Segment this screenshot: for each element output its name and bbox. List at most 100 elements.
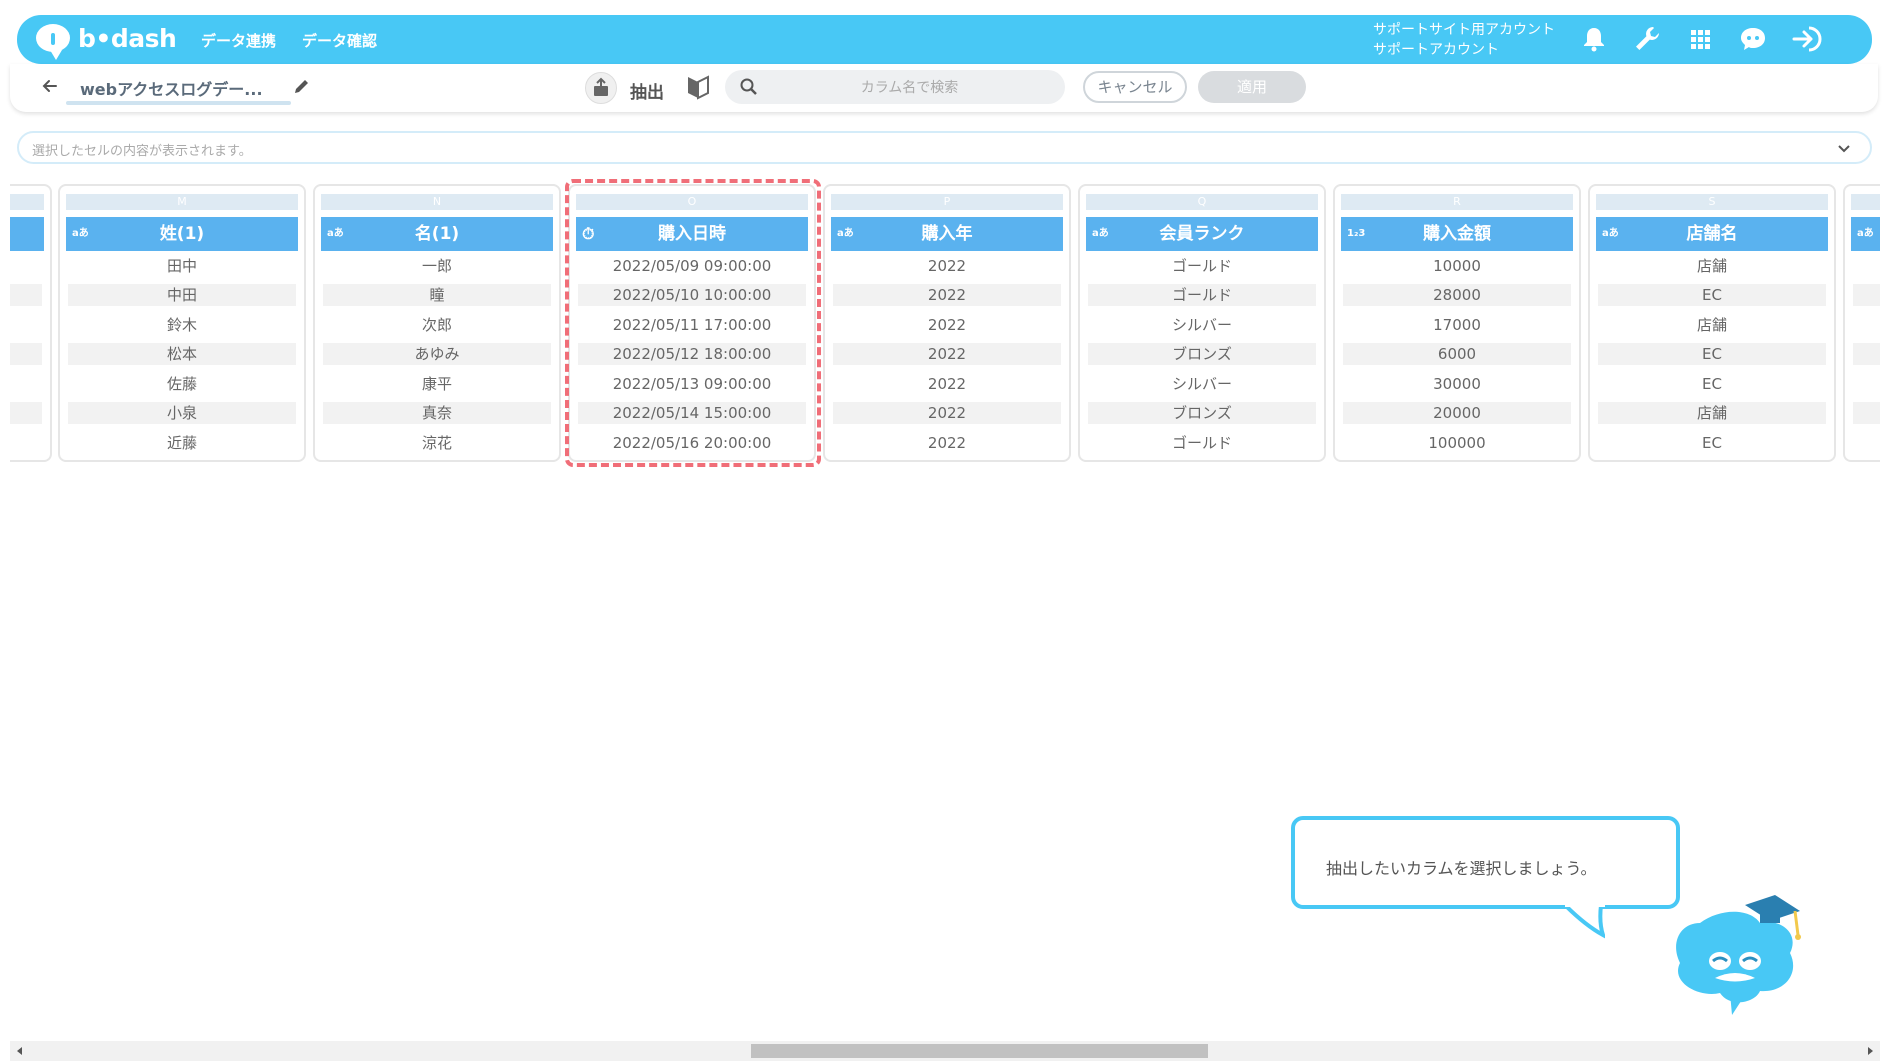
column-header[interactable]: aあ 店舗名 xyxy=(1596,217,1828,251)
column-S[interactable]: S aあ 店舗名 店舗 EC 店舗 EC EC 店舗 EC xyxy=(1588,184,1836,462)
text-type-icon: aあ xyxy=(72,228,89,239)
mascot-icon xyxy=(1676,895,1801,1015)
table-cell[interactable]: ゴールド xyxy=(1088,432,1316,454)
logout-icon[interactable] xyxy=(1790,23,1822,55)
table-cell[interactable]: ゴールド xyxy=(1088,284,1316,306)
column-Q[interactable]: Q aあ 会員ランク ゴールド ゴールド シルバー ブロンズ シルバー ブロンズ … xyxy=(1078,184,1326,462)
bdash-logo[interactable]: b•dash xyxy=(36,20,177,60)
column-header[interactable]: aあ 購入年 xyxy=(831,217,1063,251)
table-cell[interactable]: 店舗 xyxy=(1598,255,1826,277)
nav-data-integration[interactable]: データ連携 xyxy=(201,30,276,51)
scroll-left-arrow-icon[interactable] xyxy=(14,1045,26,1057)
beginner-mark-icon[interactable] xyxy=(686,74,710,100)
table-cell[interactable]: 2022 xyxy=(833,432,1061,454)
table-cell[interactable]: 店舗 xyxy=(1598,314,1826,336)
table-cell[interactable]: ブロンズ xyxy=(1088,343,1316,365)
table-cell[interactable]: 2022 xyxy=(833,373,1061,395)
search-icon xyxy=(740,78,757,95)
column-search-box[interactable] xyxy=(725,70,1065,104)
table-cell[interactable]: 2022 xyxy=(833,343,1061,365)
table-cell[interactable]: 2022 xyxy=(833,402,1061,424)
column-partial-left[interactable] xyxy=(10,184,52,462)
cancel-button[interactable]: キャンセル xyxy=(1083,71,1187,103)
dataset-name-underline xyxy=(66,101,291,105)
account-info[interactable]: サポートサイト用アカウント サポートアカウント xyxy=(1373,20,1555,60)
table-cell[interactable]: 鈴木 xyxy=(68,314,296,336)
table-cell[interactable]: 一郎 xyxy=(323,255,551,277)
column-partial-right[interactable]: aあ xyxy=(1843,184,1880,462)
wrench-icon[interactable] xyxy=(1631,23,1663,55)
column-N[interactable]: N aあ 名(1) 一郎 瞳 次郎 あゆみ 康平 真奈 涼花 xyxy=(313,184,561,462)
column-header[interactable]: aあ 会員ランク xyxy=(1086,217,1318,251)
extract-mode-icon xyxy=(585,72,617,104)
table-cell[interactable]: 近藤 xyxy=(68,432,296,454)
column-header[interactable]: aあ 姓(1) xyxy=(66,217,298,251)
table-cell[interactable]: 10000 xyxy=(1343,255,1571,277)
bell-icon[interactable] xyxy=(1578,23,1610,55)
table-cell[interactable]: 17000 xyxy=(1343,314,1571,336)
column-letter: R xyxy=(1341,194,1573,210)
table-cell[interactable]: 2022 xyxy=(833,314,1061,336)
table-cell[interactable]: 店舗 xyxy=(1598,402,1826,424)
account-site-label: サポートサイト用アカウント xyxy=(1373,22,1555,38)
apply-button[interactable]: 適用 xyxy=(1198,71,1306,103)
table-cell[interactable]: 真奈 xyxy=(323,402,551,424)
column-P[interactable]: P aあ 購入年 2022 2022 2022 2022 2022 2022 20… xyxy=(823,184,1071,462)
table-cell[interactable]: 小泉 xyxy=(68,402,296,424)
table-cell[interactable]: EC xyxy=(1598,373,1826,395)
column-R[interactable]: R 1₂3 購入金額 10000 28000 17000 6000 30000 2… xyxy=(1333,184,1581,462)
logo-bubble-icon xyxy=(36,24,70,60)
account-name: サポートアカウント xyxy=(1373,42,1499,58)
column-name: 店舗名 xyxy=(1686,224,1738,244)
table-cell[interactable]: 20000 xyxy=(1343,402,1571,424)
column-name: 会員ランク xyxy=(1159,224,1245,244)
table-cell[interactable]: ゴールド xyxy=(1088,255,1316,277)
column-name: 名(1) xyxy=(414,224,460,244)
column-header[interactable]: aあ 名(1) xyxy=(321,217,553,251)
chevron-down-icon[interactable] xyxy=(1836,140,1852,156)
column-M[interactable]: M aあ 姓(1) 田中 中田 鈴木 松本 佐藤 小泉 近藤 xyxy=(58,184,306,462)
table-cell[interactable]: シルバー xyxy=(1088,314,1316,336)
nav-data-check[interactable]: データ確認 xyxy=(302,30,377,51)
table-cell[interactable]: 30000 xyxy=(1343,373,1571,395)
chat-face-icon[interactable] xyxy=(1737,23,1769,55)
table-cell[interactable]: EC xyxy=(1598,284,1826,306)
top-navigation-bar: b•dash データ連携 データ確認 サポートサイト用アカウント サポートアカウ… xyxy=(17,15,1872,64)
text-type-icon: aあ xyxy=(327,228,344,239)
table-cell[interactable]: 瞳 xyxy=(323,284,551,306)
text-type-icon: aあ xyxy=(837,228,854,239)
scroll-right-arrow-icon[interactable] xyxy=(1864,1045,1876,1057)
table-cell[interactable]: 田中 xyxy=(68,255,296,277)
column-name: 姓(1) xyxy=(159,224,205,244)
table-cell[interactable]: 松本 xyxy=(68,343,296,365)
column-search-input[interactable] xyxy=(765,74,1054,102)
dataset-name[interactable]: webアクセスログデー... xyxy=(80,76,263,100)
table-cell[interactable]: 2022 xyxy=(833,284,1061,306)
table-cell[interactable]: EC xyxy=(1598,343,1826,365)
table-cell[interactable]: 6000 xyxy=(1343,343,1571,365)
back-arrow-icon[interactable] xyxy=(40,76,60,96)
text-type-icon: aあ xyxy=(1602,228,1619,239)
table-cell[interactable]: 涼花 xyxy=(323,432,551,454)
table-cell[interactable]: あゆみ xyxy=(323,343,551,365)
table-cell[interactable]: 100000 xyxy=(1343,432,1571,454)
cell-content-bar[interactable]: 選択したセルの内容が表示されます。 xyxy=(17,131,1872,164)
table-cell[interactable]: 康平 xyxy=(323,373,551,395)
column-header[interactable]: 1₂3 購入金額 xyxy=(1341,217,1573,251)
horizontal-scrollbar[interactable] xyxy=(10,1041,1880,1061)
table-cell[interactable]: EC xyxy=(1598,432,1826,454)
text-type-icon: aあ xyxy=(1857,228,1874,239)
table-cell[interactable]: 28000 xyxy=(1343,284,1571,306)
guide-tooltip: 抽出したいカラムを選択しましょう。 xyxy=(1291,816,1680,909)
table-cell[interactable]: 佐藤 xyxy=(68,373,296,395)
edit-pencil-icon[interactable] xyxy=(292,76,312,96)
table-cell[interactable]: 次郎 xyxy=(323,314,551,336)
text-type-icon: aあ xyxy=(1092,228,1109,239)
guide-tooltip-text: 抽出したいカラムを選択しましょう。 xyxy=(1326,859,1597,878)
table-cell[interactable]: シルバー xyxy=(1088,373,1316,395)
table-cell[interactable]: 中田 xyxy=(68,284,296,306)
scrollbar-thumb[interactable] xyxy=(751,1044,1208,1058)
apps-grid-icon[interactable] xyxy=(1684,23,1716,55)
table-cell[interactable]: ブロンズ xyxy=(1088,402,1316,424)
table-cell[interactable]: 2022 xyxy=(833,255,1061,277)
